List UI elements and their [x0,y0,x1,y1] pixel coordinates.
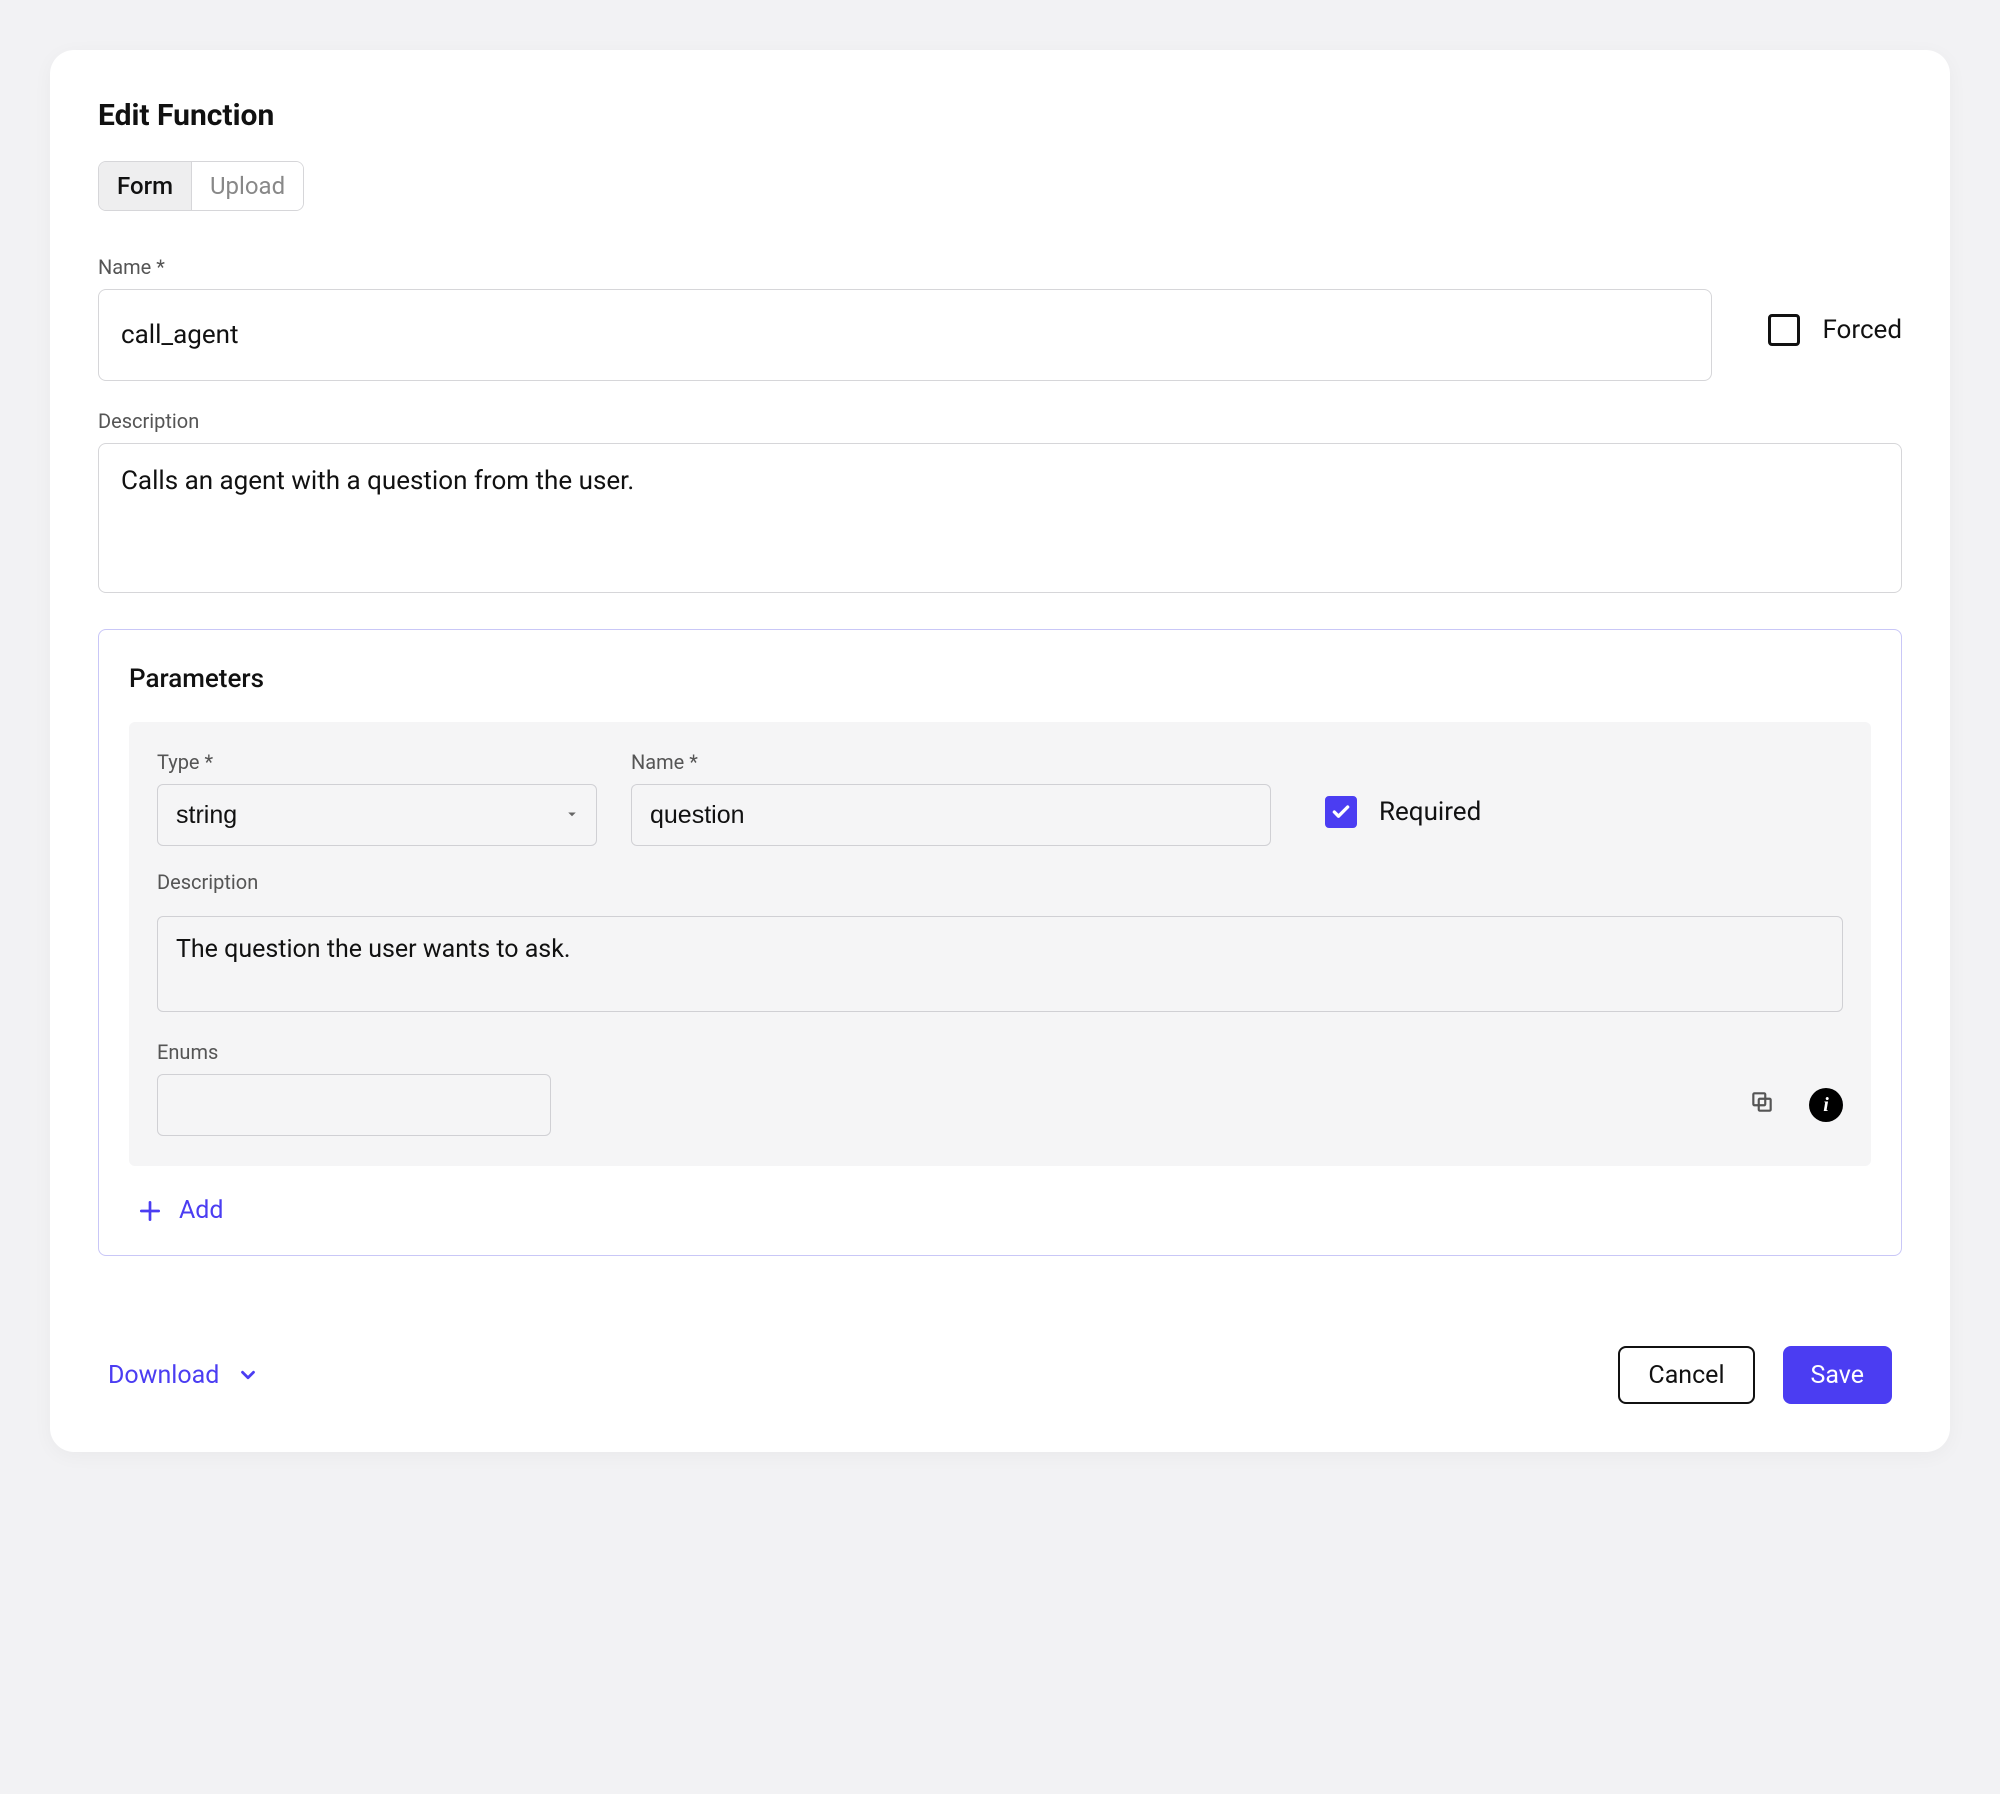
forced-checkbox[interactable] [1768,314,1800,346]
name-input[interactable] [98,289,1712,381]
param-name-input[interactable] [631,784,1271,846]
chevron-down-icon [237,1364,259,1386]
forced-label: Forced [1822,315,1902,345]
name-label: Name * [98,255,1712,279]
plus-icon [137,1198,163,1224]
param-description-label: Description [157,870,1843,894]
parameters-title: Parameters [129,664,1871,694]
parameter-card: Type * Name * Required [129,722,1871,1166]
copy-icon[interactable] [1749,1089,1775,1121]
add-parameter-button[interactable]: Add [129,1196,1871,1225]
param-enums-input[interactable] [157,1074,551,1136]
required-checkbox[interactable] [1325,796,1357,828]
param-type-label: Type * [157,750,597,774]
tab-form[interactable]: Form [99,162,191,210]
description-label: Description [98,409,1902,433]
add-parameter-label: Add [179,1196,224,1225]
info-icon[interactable]: i [1809,1088,1843,1122]
download-label: Download [108,1361,219,1390]
cancel-button[interactable]: Cancel [1618,1346,1754,1404]
parameters-panel: Parameters Type * Name * [98,629,1902,1256]
tab-upload[interactable]: Upload [191,162,303,210]
param-enums-label: Enums [157,1040,1843,1064]
save-button[interactable]: Save [1783,1346,1892,1404]
param-description-input[interactable] [157,916,1843,1012]
required-label: Required [1379,797,1481,827]
param-type-select[interactable] [157,784,597,846]
edit-function-modal: Edit Function Form Upload Name * Forced … [50,50,1950,1452]
mode-tabbar: Form Upload [98,161,304,211]
description-input[interactable] [98,443,1902,593]
param-name-label: Name * [631,750,1271,774]
modal-title: Edit Function [98,98,1902,133]
download-button[interactable]: Download [108,1361,259,1390]
